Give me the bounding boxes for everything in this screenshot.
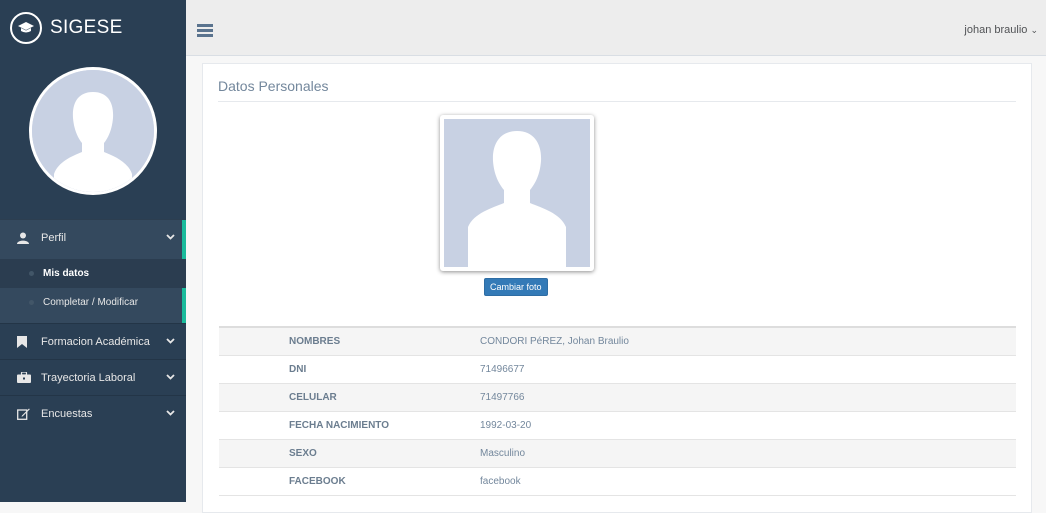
graduation-cap-icon <box>10 12 42 44</box>
perfil-submenu: Mis datos Completar / Modificar <box>0 255 186 323</box>
bullet-icon <box>29 300 34 305</box>
user-name: johan braulio <box>964 24 1028 36</box>
divider <box>218 101 1016 102</box>
sidebar-subitem-label: Mis datos <box>43 268 90 279</box>
sidebar-item-formacion[interactable]: Formacion Académica <box>0 323 186 359</box>
table-row: DNI 71496677 <box>219 356 1016 384</box>
table-row: CELULAR 71497766 <box>219 384 1016 412</box>
profile-avatar <box>29 67 157 195</box>
field-value: 71496677 <box>480 364 525 375</box>
user-icon <box>17 232 31 244</box>
chevron-down-icon: ⌄ <box>1030 25 1038 35</box>
top-navbar: johan braulio ⌄ <box>186 0 1046 56</box>
table-row: NOMBRES CONDORI PéREZ, Johan Braulio <box>219 328 1016 356</box>
sidebar-item-encuestas[interactable]: Encuestas <box>0 395 186 431</box>
sidebar-item-label: Perfil <box>41 231 67 244</box>
sidebar-item-label: Encuestas <box>41 407 93 420</box>
field-value: facebook <box>480 476 521 487</box>
table-row: FECHA NACIMIENTO 1992-03-20 <box>219 412 1016 440</box>
chevron-down-icon <box>166 372 186 383</box>
field-value: 71497766 <box>480 392 525 403</box>
field-label: CELULAR <box>289 392 337 403</box>
user-menu[interactable]: johan braulio ⌄ <box>964 24 1038 36</box>
sidebar-subitem-mis-datos[interactable]: Mis datos <box>0 259 186 288</box>
sidebar-subitem-label: Completar / Modificar <box>43 297 139 308</box>
menu-toggle-icon[interactable] <box>197 24 213 37</box>
edit-icon <box>17 408 31 420</box>
change-photo-button[interactable]: Cambiar foto <box>484 278 548 296</box>
sidebar-item-perfil[interactable]: Perfil <box>0 219 186 255</box>
brand[interactable]: SIGESE <box>0 0 186 56</box>
chevron-down-icon <box>166 336 186 347</box>
bookmark-icon <box>17 335 31 348</box>
bullet-icon <box>29 271 34 276</box>
field-label: DNI <box>289 364 307 375</box>
table-row: SEXO Masculino <box>219 440 1016 468</box>
field-value: 1992-03-20 <box>480 420 532 431</box>
field-label: SEXO <box>289 448 317 459</box>
table-row: FACEBOOK facebook <box>219 468 1016 496</box>
personal-data-panel: Datos Personales Cambiar foto NOMBRES CO… <box>202 63 1032 513</box>
sidebar-item-label: Trayectoria Laboral <box>41 371 136 384</box>
app-title: SIGESE <box>50 17 123 38</box>
sidebar: SIGESE Perfil Mis datos Completar / Modi… <box>0 0 186 502</box>
field-label: NOMBRES <box>289 336 341 347</box>
sidebar-subitem-completar[interactable]: Completar / Modificar <box>0 288 186 317</box>
sidebar-item-label: Formacion Académica <box>41 335 150 348</box>
field-value: CONDORI PéREZ, Johan Braulio <box>480 336 629 347</box>
personal-data-table: NOMBRES CONDORI PéREZ, Johan Braulio DNI… <box>219 326 1016 496</box>
field-label: FACEBOOK <box>289 476 346 487</box>
chevron-down-icon <box>166 408 186 419</box>
field-value: Masculino <box>480 448 526 459</box>
chevron-down-icon <box>166 232 186 243</box>
page-title: Datos Personales <box>218 78 329 94</box>
briefcase-icon <box>17 372 31 383</box>
sidebar-menu: Perfil Mis datos Completar / Modificar F… <box>0 219 186 431</box>
sidebar-item-trayectoria[interactable]: Trayectoria Laboral <box>0 359 186 395</box>
profile-photo <box>440 115 594 271</box>
field-label: FECHA NACIMIENTO <box>289 420 389 431</box>
